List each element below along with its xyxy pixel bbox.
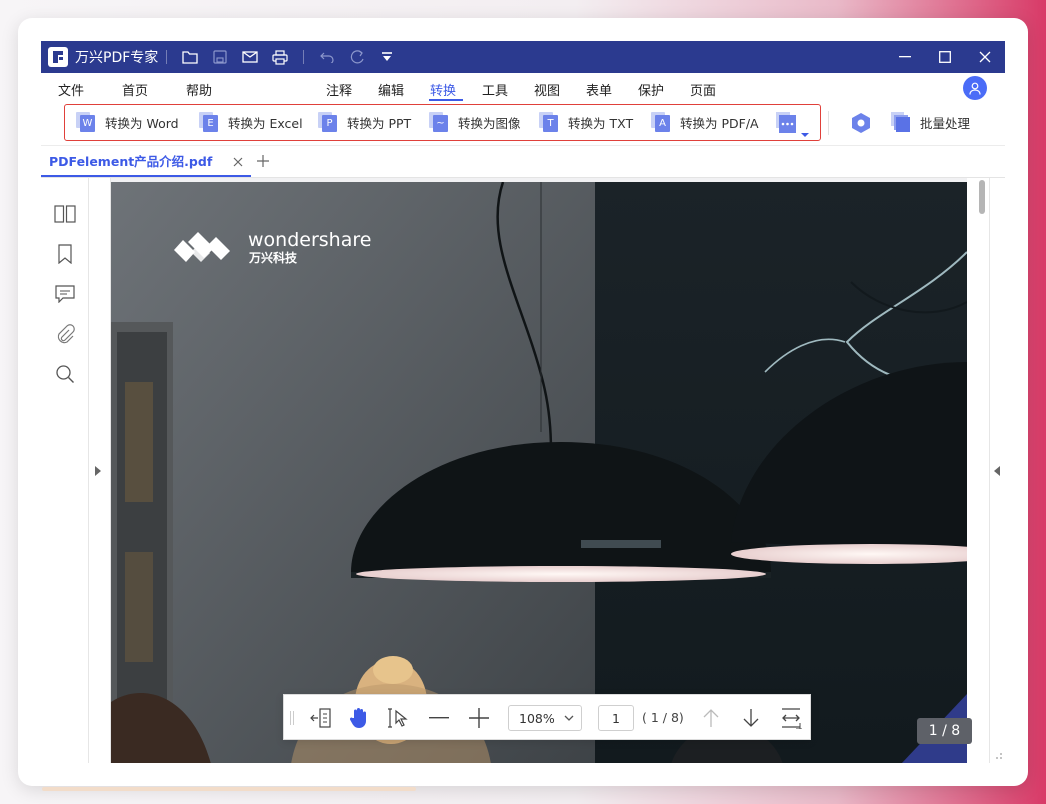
batch-process-label: 批量处理 — [920, 115, 971, 131]
convert-to-image-button[interactable]: ~ 转换为图像 — [429, 112, 521, 132]
save-icon[interactable] — [205, 41, 235, 73]
convert-to-ppt-label: 转换为 PPT — [347, 115, 412, 131]
menu-file[interactable]: 文件 — [58, 80, 84, 99]
app-title: 万兴PDF专家 — [75, 50, 159, 66]
minimize-icon[interactable] — [885, 41, 925, 73]
undo-icon[interactable] — [312, 41, 342, 73]
document-tab-label: PDFelement产品介绍.pdf — [49, 154, 213, 169]
expand-panel-arrow-icon[interactable] — [95, 466, 101, 476]
close-icon[interactable] — [965, 41, 1005, 73]
txt-doc-icon: T — [539, 112, 559, 132]
left-side-panel — [41, 178, 89, 763]
menu-view[interactable]: 视图 — [534, 80, 560, 99]
menu-help[interactable]: 帮助 — [186, 80, 212, 99]
active-menu-indicator — [429, 99, 463, 101]
toolbar-separator — [828, 111, 829, 135]
next-page-icon[interactable] — [738, 705, 764, 731]
convert-to-txt-label: 转换为 TXT — [568, 115, 634, 131]
convert-to-pdfa-button[interactable]: A 转换为 PDF/A — [651, 112, 759, 132]
menu-convert[interactable]: 转换 — [430, 80, 456, 99]
brand-name: wondershare — [248, 229, 371, 251]
excel-doc-icon: E — [199, 112, 219, 132]
bookmark-icon[interactable] — [53, 242, 77, 266]
menu-form[interactable]: 表单 — [586, 80, 612, 99]
attachment-icon[interactable] — [53, 322, 77, 346]
convert-toolbar: W 转换为 Word E 转换为 Excel P 转换为 PPT ~ 转换为图像… — [41, 103, 1005, 145]
print-icon[interactable] — [265, 41, 295, 73]
document-workspace: wondershare 万兴科技 1 / 8 108% 1 (1 / 8) — [41, 177, 1005, 763]
image-doc-icon: ~ — [429, 112, 449, 132]
brand-subtitle: 万兴科技 — [248, 250, 298, 265]
maximize-icon[interactable] — [925, 41, 965, 73]
menu-tools[interactable]: 工具 — [482, 80, 508, 99]
redo-icon[interactable] — [342, 41, 372, 73]
left-collapse-strip — [89, 178, 111, 763]
menu-page[interactable]: 页面 — [690, 80, 716, 99]
resize-grip-icon[interactable] — [995, 752, 1003, 760]
tab-close-icon[interactable] — [231, 154, 245, 168]
app-window: 万兴PDF专家 文件 首页 帮助 注释 编辑 转换 工具 视图 表单 保护 页面… — [41, 41, 1005, 763]
select-tool-icon[interactable] — [386, 705, 412, 731]
window-controls — [885, 41, 1005, 73]
cover-photo: wondershare 万兴科技 — [111, 182, 967, 763]
menu-comment[interactable]: 注释 — [326, 80, 352, 99]
page-number-input[interactable]: 1 — [598, 705, 634, 731]
add-tab-icon[interactable] — [255, 153, 271, 169]
app-logo-icon — [48, 47, 68, 67]
fit-width-icon[interactable] — [308, 705, 334, 731]
mail-icon[interactable] — [235, 41, 265, 73]
frame-underglow — [42, 787, 416, 791]
convert-to-pdfa-label: 转换为 PDF/A — [680, 115, 759, 131]
title-separator — [303, 50, 305, 64]
menu-home[interactable]: 首页 — [122, 80, 148, 99]
vertical-scrollbar[interactable] — [967, 178, 989, 763]
batch-process-button[interactable]: 批量处理 — [891, 112, 970, 132]
zoom-level-select[interactable]: 108% — [508, 705, 582, 731]
toolbar-drag-handle[interactable] — [290, 711, 294, 725]
previous-page-icon[interactable] — [698, 705, 724, 731]
fit-page-icon[interactable] — [778, 705, 804, 731]
zoom-level-value: 108% — [519, 710, 555, 726]
convert-to-excel-label: 转换为 Excel — [228, 115, 303, 131]
batch-stack-icon — [891, 112, 910, 132]
menu-edit[interactable]: 编辑 — [378, 80, 404, 99]
ppt-doc-icon: P — [318, 112, 338, 132]
convert-to-ppt-button[interactable]: P 转换为 PPT — [318, 112, 411, 132]
page-indicator-badge: 1 / 8 — [917, 718, 972, 744]
hand-tool-icon[interactable] — [346, 705, 372, 731]
convert-to-txt-button[interactable]: T 转换为 TXT — [539, 112, 633, 132]
expand-right-panel-arrow-icon[interactable] — [994, 466, 1000, 476]
zoom-in-icon[interactable] — [466, 705, 492, 731]
menu-protect[interactable]: 保护 — [638, 80, 664, 99]
quick-access-dropdown-icon[interactable] — [372, 41, 402, 73]
scrollbar-thumb[interactable] — [979, 180, 985, 214]
thumbnails-icon[interactable] — [53, 202, 77, 226]
title-separator — [166, 50, 168, 64]
comment-icon[interactable] — [53, 282, 77, 306]
more-convert-button[interactable] — [776, 112, 810, 138]
page-total-label: ( 1 / 8) — [642, 710, 684, 725]
chevron-down-icon — [564, 715, 574, 721]
menu-bar: 文件 首页 帮助 注释 编辑 转换 工具 视图 表单 保护 页面 — [41, 73, 1005, 103]
open-folder-icon[interactable] — [175, 41, 205, 73]
convert-to-word-button[interactable]: W 转换为 Word — [76, 112, 179, 132]
convert-to-excel-button[interactable]: E 转换为 Excel — [199, 112, 303, 132]
right-collapse-strip — [989, 178, 1005, 763]
convert-to-word-label: 转换为 Word — [105, 115, 179, 131]
pdfa-doc-icon: A — [651, 112, 671, 132]
user-avatar-icon[interactable] — [963, 76, 987, 100]
word-doc-icon: W — [76, 112, 96, 132]
pdf-page: wondershare 万兴科技 — [111, 182, 967, 763]
document-tab[interactable]: PDFelement产品介绍.pdf — [41, 146, 251, 177]
title-bar: 万兴PDF专家 — [41, 41, 1005, 73]
settings-hexagon-icon[interactable] — [850, 112, 872, 138]
floating-view-toolbar: 108% 1 ( 1 / 8) — [283, 694, 811, 740]
search-icon[interactable] — [53, 362, 77, 386]
convert-to-image-label: 转换为图像 — [458, 115, 521, 131]
zoom-out-icon[interactable] — [426, 705, 452, 731]
document-tab-bar: PDFelement产品介绍.pdf — [41, 145, 1005, 177]
